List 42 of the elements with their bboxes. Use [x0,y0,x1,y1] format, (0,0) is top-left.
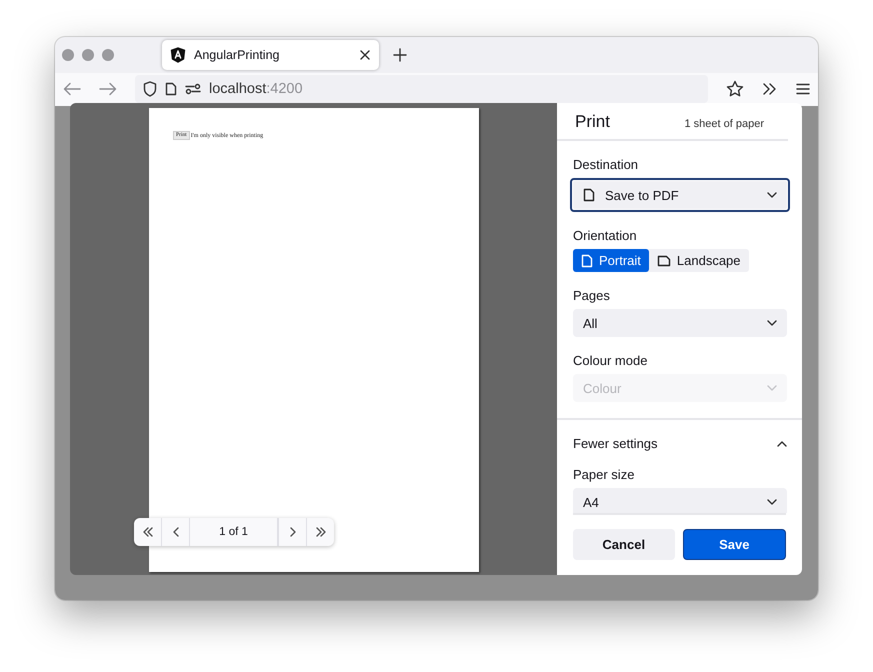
dialog-title: Print [575,112,610,132]
double-chevron-left-icon [142,526,154,538]
back-icon[interactable] [63,82,81,96]
orientation-option[interactable]: Portrait [573,249,649,272]
dropdown[interactable]: Save to PDF [570,178,790,212]
portrait-page-icon [581,254,593,268]
url-text: localhost:4200 [209,81,303,98]
chevron-left-icon [172,526,180,538]
settings-toggle[interactable]: Fewer settings [573,436,787,451]
chevron-down-icon [767,385,777,391]
menu-icon[interactable] [796,83,810,96]
dropdown[interactable]: A4 [573,488,787,513]
sheet-count: 1 sheet of paper [684,118,764,130]
chevron-down-icon [767,320,777,326]
overflow-chevrons-icon[interactable] [762,82,778,96]
close-icon[interactable] [359,48,371,61]
orientation-option[interactable]: Landscape [648,249,749,272]
chevron-down-icon [767,499,777,505]
double-chevron-right-icon [314,526,326,538]
shield-logo-icon [170,46,186,63]
field-label: Colour mode [573,353,648,368]
cancel-button[interactable]: Cancel [573,529,674,560]
forward-icon[interactable] [99,82,117,96]
chevron-right-icon [288,526,296,538]
field-label: Orientation [573,228,638,243]
field-label: Pages [573,288,611,303]
browser-tab[interactable]: AngularPrinting [162,40,379,70]
page-count: 1 of 1 [190,518,278,546]
landscape-page-icon [656,254,671,266]
field-label: Destination [573,157,640,172]
permissions-icon [185,83,201,96]
field-label: Paper size [573,467,636,482]
document-icon [583,188,595,202]
new-tab-icon[interactable] [393,48,407,62]
dropdown[interactable]: All [573,309,787,337]
chevron-down-icon [767,192,777,198]
save-button[interactable]: Save [682,529,786,560]
bookmark-star-icon[interactable] [726,80,744,98]
address-bar[interactable]: localhost:4200 [135,75,708,104]
chevron-up-icon [777,440,787,446]
document-icon [165,82,177,96]
shield-icon [143,81,157,98]
